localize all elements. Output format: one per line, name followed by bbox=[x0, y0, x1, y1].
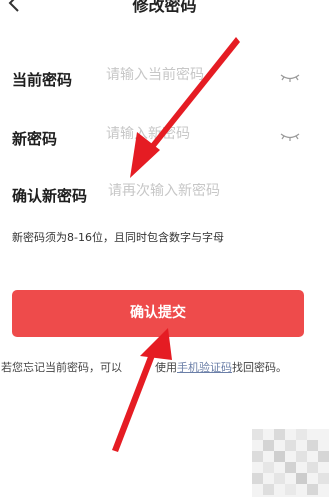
confirm-password-input[interactable] bbox=[108, 183, 298, 199]
eye-closed-icon[interactable] bbox=[279, 72, 301, 84]
new-password-row: 新密码 bbox=[0, 116, 329, 156]
annotation-arrow-bottom bbox=[112, 328, 172, 452]
forgot-middle: 使用 bbox=[155, 361, 177, 374]
sms-code-link[interactable]: 手机验证码 bbox=[177, 361, 232, 374]
new-password-label: 新密码 bbox=[12, 130, 58, 148]
forgot-password-text: 若您忘记当前密码，可以 使用手机验证码找回密码。 bbox=[1, 359, 287, 375]
password-rule-hint: 新密码须为8-16位，且同时包含数字与字母 bbox=[12, 231, 224, 244]
new-password-input[interactable] bbox=[106, 126, 266, 142]
forgot-suffix: 找回密码。 bbox=[232, 361, 287, 374]
current-password-row: 当前密码 bbox=[0, 57, 329, 97]
confirm-password-label: 确认新密码 bbox=[12, 187, 88, 205]
top-bar: 修改密码 bbox=[0, 0, 329, 22]
current-password-input[interactable] bbox=[106, 67, 266, 83]
current-password-label: 当前密码 bbox=[12, 71, 73, 89]
forgot-prefix: 若您忘记当前密码，可以 bbox=[1, 361, 122, 374]
eye-closed-icon[interactable] bbox=[279, 131, 301, 143]
page-title: 修改密码 bbox=[132, 0, 197, 15]
pixelated-watermark bbox=[252, 429, 329, 497]
confirm-submit-button[interactable]: 确认提交 bbox=[12, 290, 304, 337]
confirm-password-row: 确认新密码 bbox=[0, 173, 329, 213]
